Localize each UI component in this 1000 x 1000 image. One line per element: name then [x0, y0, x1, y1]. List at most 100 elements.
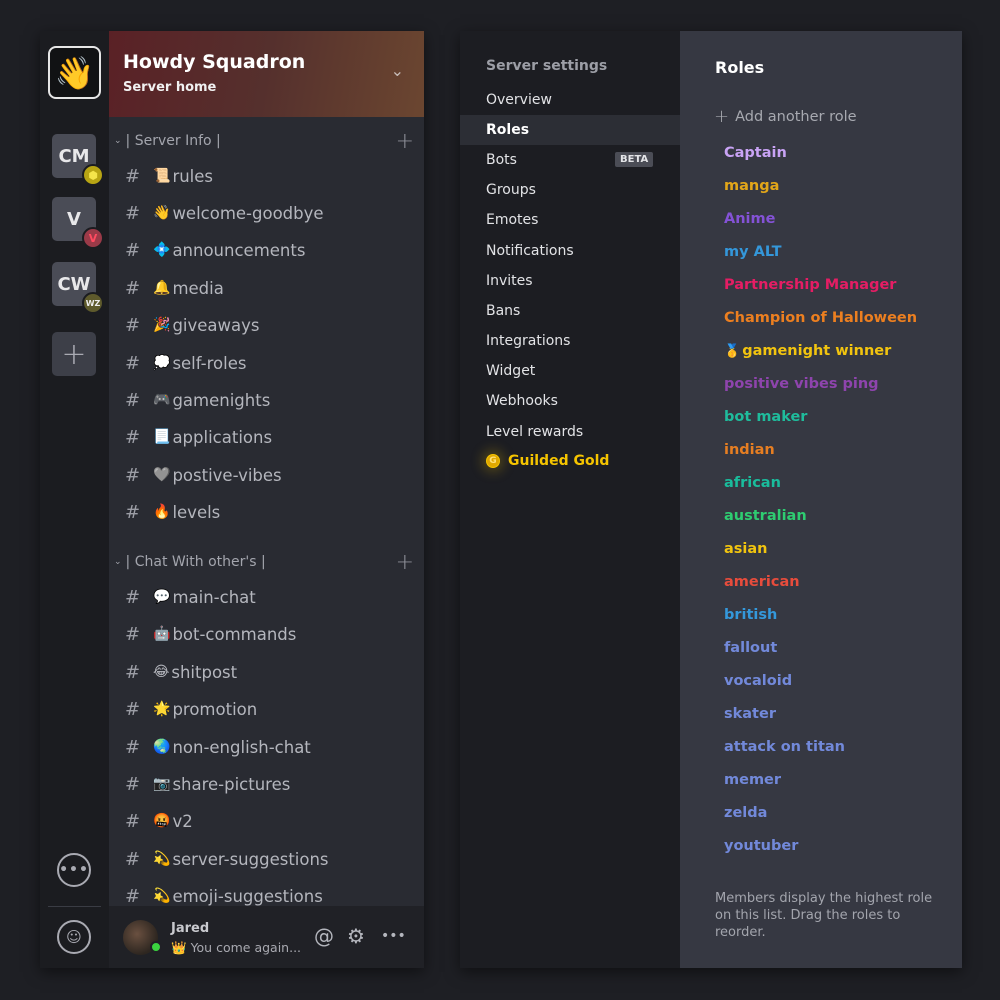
server-home-link[interactable]: Server home [123, 80, 216, 95]
channel-item[interactable]: # 📷 share-pictures [125, 771, 415, 797]
nav-item-invites[interactable]: Invites [460, 266, 680, 296]
nav-item-level-rewards[interactable]: Level rewards [460, 417, 680, 447]
channel-item[interactable]: # 🤬 v2 [125, 808, 415, 834]
role-item[interactable]: bot maker [724, 406, 807, 428]
role-name: Anime [724, 211, 776, 227]
channel-item[interactable]: # 💭 self-roles [125, 350, 415, 376]
nav-item-guilded-gold[interactable]: G Guilded Gold [460, 446, 680, 476]
channel-item[interactable]: # 🌏 non-english-chat [125, 734, 415, 760]
role-item[interactable]: youtuber [724, 835, 798, 857]
nav-label: Roles [486, 122, 530, 138]
channel-emoji-icon: 💫 [153, 888, 171, 904]
server-button-cw[interactable]: CW WZ [52, 262, 104, 314]
chevron-down-icon: ⌄ [114, 136, 122, 146]
channel-name: emoji-suggestions [172, 886, 323, 906]
role-name: american [724, 574, 800, 590]
role-item[interactable]: vocaloid [724, 670, 792, 692]
plus-icon: + [61, 336, 87, 372]
channel-name: welcome-goodbye [172, 203, 324, 223]
role-item[interactable]: american [724, 571, 800, 593]
role-name: zelda [724, 805, 768, 821]
nav-label: Webhooks [486, 393, 558, 409]
role-item[interactable]: zelda [724, 802, 767, 824]
friends-icon: ☺ [66, 928, 82, 946]
role-item[interactable]: Captain [724, 142, 787, 164]
role-item[interactable]: attack on titan [724, 736, 845, 758]
gear-icon[interactable]: ⚙ [347, 924, 365, 948]
nav-label: Overview [486, 92, 552, 108]
channel-item[interactable]: # 🔥 levels [125, 499, 415, 525]
nav-item-integrations[interactable]: Integrations [460, 326, 680, 356]
role-item[interactable]: memer [724, 769, 781, 791]
role-name: Captain [724, 145, 787, 161]
channel-item[interactable]: # 😂 shitpost [125, 659, 415, 685]
nav-label: Guilded Gold [508, 453, 610, 469]
add-role-button[interactable]: + Add another role [714, 106, 857, 127]
channel-item[interactable]: # 🎮 gamenights [125, 387, 415, 413]
add-channel-button[interactable]: + [396, 129, 414, 154]
channel-item[interactable]: # 💫 server-suggestions [125, 846, 415, 872]
role-item[interactable]: asian [724, 538, 768, 560]
channel-emoji-icon: 📃 [153, 429, 171, 445]
category-chat-with-others[interactable]: ⌄ | Chat With other's | + [114, 550, 414, 575]
role-item[interactable]: manga [724, 175, 779, 197]
role-item[interactable]: indian [724, 439, 775, 461]
channel-emoji-icon: 📜 [153, 168, 171, 184]
roles-title: Roles [715, 58, 765, 77]
role-item[interactable]: my ALT [724, 241, 782, 263]
channel-item[interactable]: # 🩶 postive-vibes [125, 462, 415, 488]
role-item[interactable]: Anime [724, 208, 775, 230]
direct-messages-button[interactable]: ••• [57, 853, 91, 887]
channel-item[interactable]: # 💠 announcements [125, 237, 415, 263]
channel-name: giveaways [172, 315, 260, 335]
category-server-info[interactable]: ⌄ | Server Info | + [114, 129, 414, 154]
more-options-icon[interactable]: ••• [381, 928, 406, 944]
channel-item[interactable]: # 👋 welcome-goodbye [125, 200, 415, 226]
nav-item-webhooks[interactable]: Webhooks [460, 386, 680, 416]
server-initials: V [67, 208, 81, 230]
nav-item-roles[interactable]: Roles [460, 115, 680, 145]
server-button-v[interactable]: V V [52, 197, 104, 249]
role-name: fallout [724, 640, 778, 656]
server-banner[interactable]: Howdy Squadron Server home ⌄ [109, 31, 424, 117]
role-item[interactable]: african [724, 472, 781, 494]
roles-help-text: Members display the highest role on this… [715, 891, 933, 940]
nav-item-bots[interactable]: Bots BETA [460, 145, 680, 175]
add-channel-button[interactable]: + [396, 550, 414, 575]
role-item[interactable]: fallout [724, 637, 777, 659]
channel-name: share-pictures [172, 774, 291, 794]
channel-item[interactable]: # 💬 main-chat [125, 584, 415, 610]
server-button-cm[interactable]: CM ⬢ [52, 134, 104, 186]
channel-item[interactable]: # 🤖 bot-commands [125, 621, 415, 647]
channel-item[interactable]: # 📜 rules [125, 163, 415, 189]
role-item[interactable]: positive vibes ping [724, 373, 879, 395]
nav-item-groups[interactable]: Groups [460, 175, 680, 205]
role-item[interactable]: Champion of Halloween [724, 307, 917, 329]
server-home-button[interactable]: 👋 [48, 46, 101, 99]
channel-name: postive-vibes [172, 465, 282, 485]
nav-item-bans[interactable]: Bans [460, 296, 680, 326]
friends-button[interactable]: ☺ [57, 920, 91, 954]
nav-item-widget[interactable]: Widget [460, 356, 680, 386]
add-server-button[interactable]: + [52, 332, 96, 376]
role-item[interactable]: Partnership Manager [724, 274, 896, 296]
channel-item[interactable]: # 🎉 giveaways [125, 312, 415, 338]
channel-item[interactable]: # 📃 applications [125, 424, 415, 450]
role-item[interactable]: australian [724, 505, 807, 527]
roles-pane: Roles + Add another role Captain manga Ani… [680, 31, 962, 968]
channel-item[interactable]: # 🌟 promotion [125, 696, 415, 722]
user-status[interactable]: 👑 You come again... [171, 940, 301, 956]
chevron-down-icon[interactable]: ⌄ [391, 61, 404, 80]
channel-item[interactable]: # 🔔 media [125, 275, 415, 301]
role-item[interactable]: british [724, 604, 777, 626]
nav-item-emotes[interactable]: Emotes [460, 205, 680, 235]
role-item[interactable]: 🥇 gamenight winner [724, 340, 891, 362]
nav-item-overview[interactable]: Overview [460, 85, 680, 115]
channel-name: gamenights [172, 390, 271, 410]
role-item[interactable]: skater [724, 703, 776, 725]
server-rail: 👋 CM ⬢ V V CW WZ + ••• ☺ [40, 31, 109, 968]
user-status-text: You come again... [190, 940, 302, 955]
hash-icon: # [125, 848, 141, 870]
mention-icon[interactable]: @ [314, 924, 334, 948]
nav-item-notifications[interactable]: Notifications [460, 236, 680, 266]
